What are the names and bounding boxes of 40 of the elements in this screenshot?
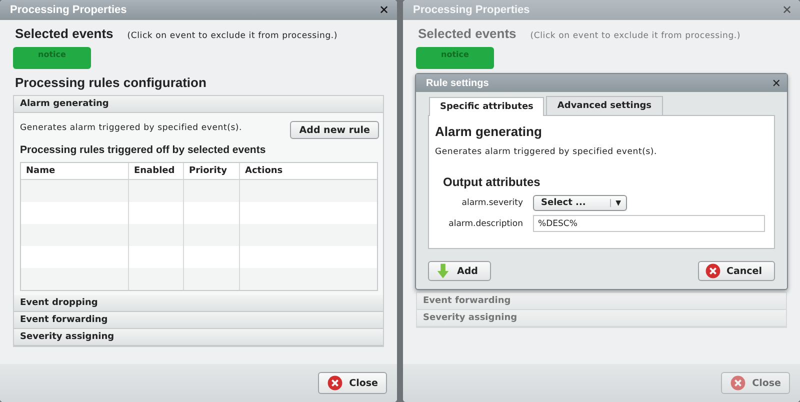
window-title: Processing Properties xyxy=(10,4,127,16)
close-button[interactable]: ✕ xyxy=(772,76,781,90)
accordion-header[interactable]: Event dropping xyxy=(14,295,383,312)
hint-text: (Click on event to exclude it from processing.) xyxy=(127,31,338,41)
close-button[interactable]: Close xyxy=(721,372,790,394)
close-button[interactable]: ✕ xyxy=(782,3,792,17)
close-button[interactable]: Close xyxy=(318,372,387,394)
dialog-title: Rule settings xyxy=(426,78,489,88)
window-title: Processing Properties xyxy=(413,4,530,16)
cancel-icon xyxy=(730,375,746,391)
section-heading: Selected events xyxy=(418,26,516,41)
tab[interactable]: Advanced settings xyxy=(546,96,663,115)
hint-text: (Click on event to exclude it from processing.) xyxy=(530,31,741,41)
add-rule-button[interactable]: Add new rule xyxy=(290,121,379,139)
column-header: Priority xyxy=(184,163,240,179)
description-text: Generates alarm triggered by specified event(s). xyxy=(435,147,658,157)
section-heading: Processing rules configuration xyxy=(15,75,208,90)
cancel-button[interactable]: Cancel xyxy=(698,261,775,281)
accordion-header[interactable]: Event forwarding xyxy=(417,293,786,310)
input-field[interactable]: %DESC% xyxy=(533,215,765,232)
cancel-icon xyxy=(327,375,344,391)
add-button[interactable]: Add xyxy=(428,261,491,281)
down-arrow-icon xyxy=(435,263,451,279)
panel-heading: Alarm generating xyxy=(435,124,543,139)
field-label: alarm.severity xyxy=(460,198,523,208)
close-button[interactable]: ✕ xyxy=(378,3,389,17)
column-header: Enabled xyxy=(129,163,184,179)
accordion-header[interactable]: Alarm generating xyxy=(14,96,383,113)
tab[interactable]: Specific attributes xyxy=(429,97,544,116)
cancel-icon xyxy=(704,263,721,279)
column-header: Actions xyxy=(244,165,284,178)
description-text: Generates alarm triggered by specified event(s). xyxy=(20,123,242,133)
group-heading: Output attributes xyxy=(443,175,542,189)
section-heading: Selected events xyxy=(15,26,114,41)
column-header: Name xyxy=(21,163,129,179)
accordion-header[interactable]: Severity assigning xyxy=(417,310,786,327)
accordion-header[interactable]: Event forwarding xyxy=(14,312,383,329)
field-label: alarm.description xyxy=(448,218,523,228)
table-title: Processing rules triggered off by selected events xyxy=(20,144,267,156)
accordion-header[interactable]: Severity assigning xyxy=(14,329,383,346)
